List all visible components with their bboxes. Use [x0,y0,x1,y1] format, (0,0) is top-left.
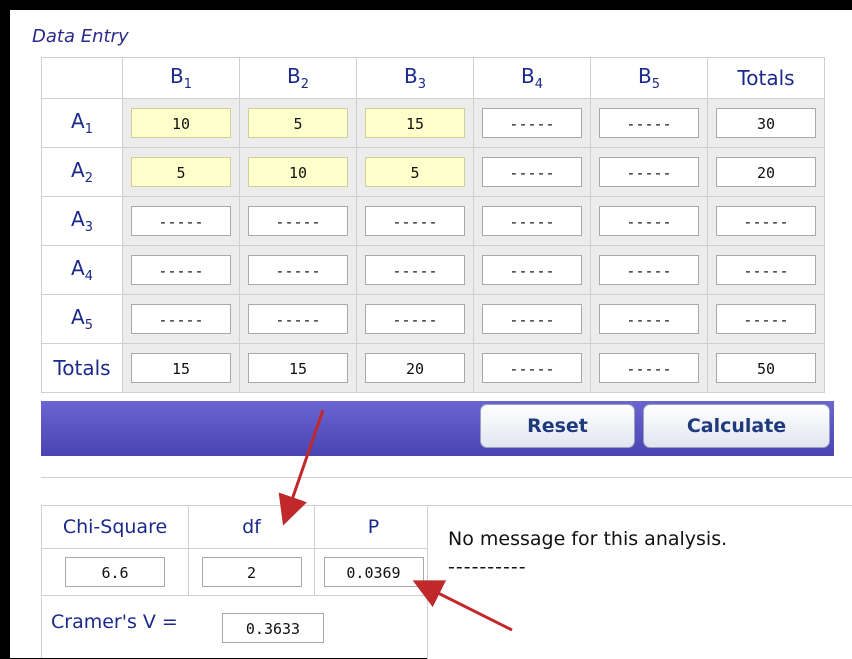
arrow-to-df [278,409,325,526]
arrow-to-p-value [412,580,513,632]
annotation-arrows [278,409,513,632]
